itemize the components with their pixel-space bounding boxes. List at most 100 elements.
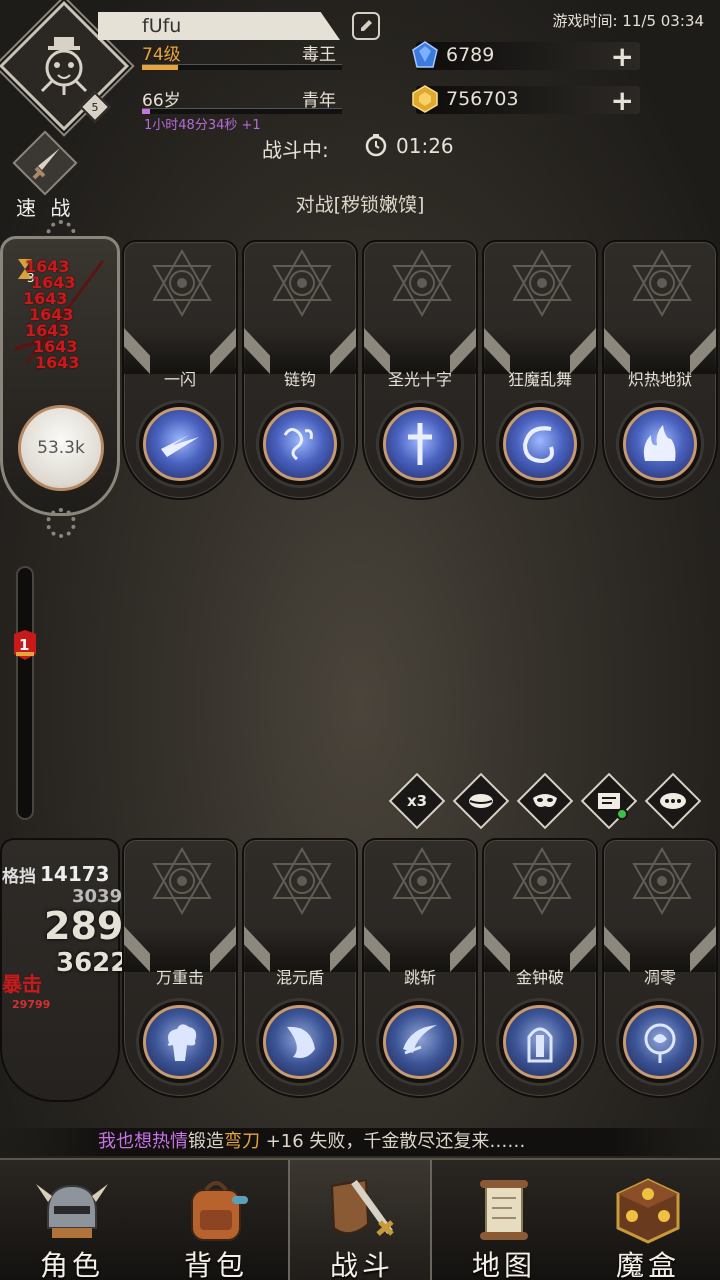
ticker-message: +16 失败，千金散尽还复来……	[260, 1131, 526, 1152]
avatar[interactable]	[28, 30, 100, 102]
damage-number: 1643	[35, 353, 80, 372]
skill-orb[interactable]	[503, 407, 577, 481]
leap-slash-icon	[403, 1025, 437, 1055]
skill-orb[interactable]	[143, 407, 217, 481]
skill-name: 跳斩	[403, 968, 436, 987]
ticker-action: 锻造	[188, 1131, 224, 1152]
turn-marker: 1	[12, 630, 38, 660]
skill-orb[interactable]	[623, 1005, 697, 1079]
skill-name: 一闪	[163, 370, 196, 389]
enemy-portrait-card[interactable]: 格挡 14173 30395 28977 36226 暴击 29799	[0, 838, 176, 1102]
skill-orb-frame	[136, 400, 224, 488]
crit-damage-number: 29799	[12, 998, 51, 1011]
skill-card[interactable]: 跳斩	[362, 838, 478, 1098]
news-ticker: 我也想热情锻造弯刀 +16 失败，千金散尽还复来……	[0, 1128, 720, 1156]
player-portrait-card[interactable]: 3 1643 1643 1643 1643 1643 1643 1643 53.…	[0, 236, 120, 516]
skill-orb[interactable]	[623, 407, 697, 481]
block-label: 格挡	[2, 867, 36, 887]
chat-button[interactable]	[644, 772, 702, 830]
nav-label: 魔盒	[615, 1249, 680, 1280]
nav-item-battle[interactable]: 战斗	[288, 1160, 432, 1280]
skill-card[interactable]: 狂魔乱舞	[482, 240, 598, 500]
skill-name: 链钩	[283, 370, 316, 389]
hexagram-emblem-icon	[507, 248, 577, 318]
gold-count: 756703	[446, 88, 519, 110]
skill-card[interactable]: 混元盾	[242, 838, 358, 1098]
chain-hook-icon	[283, 428, 313, 461]
log-button[interactable]	[580, 772, 638, 830]
flame-icon	[643, 425, 676, 461]
ticker-item-name: 弯刀	[224, 1131, 260, 1152]
add-gems-button[interactable]: +	[611, 40, 634, 73]
sword-shield-icon	[330, 1178, 394, 1236]
vortex-icon	[522, 426, 554, 464]
player-name: fUfu	[98, 12, 340, 40]
rose-icon	[644, 1023, 676, 1063]
bottom-nav: 角色 背包 战斗 地图 魔盒	[0, 1158, 720, 1280]
title-label: 毒王	[302, 45, 336, 65]
nav-label: 背包	[183, 1249, 248, 1280]
crit-label: 暴击	[2, 972, 42, 996]
skill-card[interactable]: 凋零	[602, 838, 718, 1098]
damage-number: 14173	[40, 862, 110, 886]
skill-orb-frame	[376, 998, 464, 1086]
nav-label: 角色	[39, 1249, 104, 1280]
notification-dot	[616, 808, 628, 820]
turn-marker-value: 1	[19, 636, 30, 654]
add-gold-button[interactable]: +	[611, 84, 634, 117]
scroll-map-icon	[480, 1180, 528, 1240]
player-hp-orb: 53.3k	[18, 405, 104, 491]
skill-orb-frame	[616, 400, 704, 488]
skill-card[interactable]: 圣光十字	[362, 240, 478, 500]
hexagram-emblem-icon	[387, 846, 457, 916]
skill-name: 炽热地狱	[627, 370, 692, 389]
skill-name: 凋零	[643, 968, 676, 987]
skill-orb[interactable]	[383, 1005, 457, 1079]
skill-card[interactable]: 炽热地狱	[602, 240, 718, 500]
skill-orb[interactable]	[263, 407, 337, 481]
hexagram-emblem-icon	[627, 846, 697, 916]
lips-button[interactable]	[452, 772, 510, 830]
gem-count: 6789	[446, 44, 495, 66]
mask-icon	[518, 774, 572, 828]
skill-orb-frame	[616, 998, 704, 1086]
damage-number-stack: 1643 1643 1643 1643 1643 1643 1643	[23, 259, 105, 372]
opponent-label: 对战[秽锁嫩馍]	[295, 194, 425, 216]
turn-track	[16, 566, 34, 820]
nav-item-magic-box[interactable]: 魔盒	[576, 1160, 720, 1280]
skill-card[interactable]: 万重击	[122, 838, 238, 1098]
skill-name: 万重击	[155, 968, 204, 987]
nav-item-character[interactable]: 角色	[0, 1160, 144, 1280]
battle-status: 战斗中:	[262, 138, 329, 162]
nav-label: 地图	[471, 1249, 536, 1280]
age-timer: 1小时48分34秒 +1	[144, 118, 261, 133]
mask-button[interactable]	[516, 772, 574, 830]
nav-item-map[interactable]: 地图	[432, 1160, 576, 1280]
skill-orb[interactable]	[143, 1005, 217, 1079]
gear-ornament	[46, 508, 76, 538]
explosion-icon	[167, 1024, 197, 1061]
backpack-icon	[191, 1181, 248, 1241]
hexagram-emblem-icon	[507, 846, 577, 916]
level-progress-bar	[142, 64, 342, 70]
avatar-level-value: 5	[91, 100, 99, 114]
skill-orb[interactable]	[263, 1005, 337, 1079]
skill-card[interactable]: 链钩	[242, 240, 358, 500]
lips-icon	[454, 774, 508, 828]
edit-icon[interactable]	[352, 12, 380, 40]
gem-currency: 6789 +	[412, 40, 640, 73]
skill-orb[interactable]	[503, 1005, 577, 1079]
skill-name: 金钟破	[515, 968, 564, 987]
skill-orb[interactable]	[383, 407, 457, 481]
skill-name: 狂魔乱舞	[507, 370, 572, 389]
skill-card[interactable]: 金钟破	[482, 838, 598, 1098]
speed-x3-button[interactable]: x3	[388, 772, 446, 830]
skill-orb-frame	[496, 400, 584, 488]
skill-orb-frame	[256, 400, 344, 488]
skill-orb-frame	[256, 998, 344, 1086]
nav-item-backpack[interactable]: 背包	[144, 1160, 288, 1280]
hexagram-emblem-icon	[267, 846, 337, 916]
skill-orb-frame	[136, 998, 224, 1086]
ticker-player-name: 我也想热情	[98, 1131, 188, 1152]
skill-card[interactable]: 一闪	[122, 240, 238, 500]
